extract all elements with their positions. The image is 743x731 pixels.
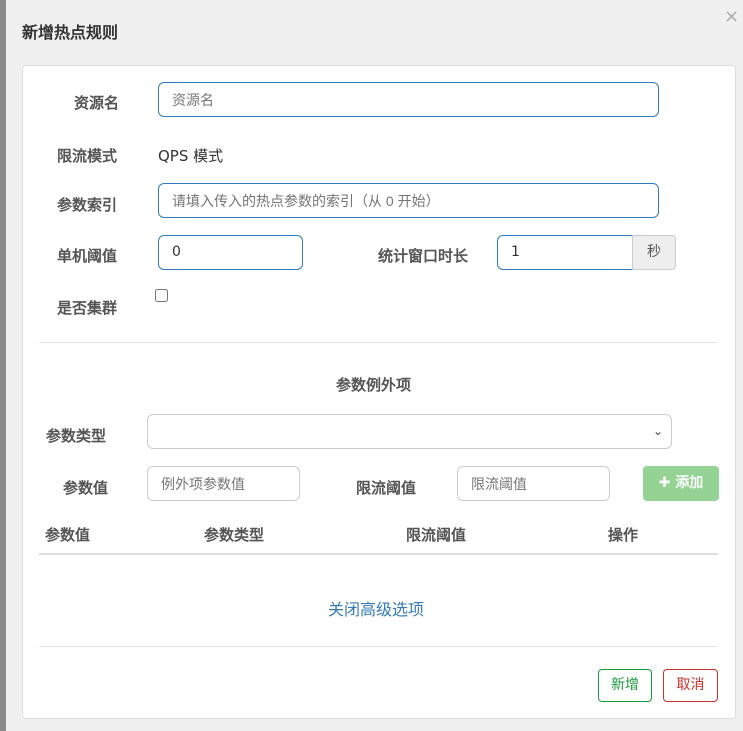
window-unit: 秒 — [632, 235, 676, 270]
column-header-action: 操作 — [608, 524, 638, 545]
resource-label: 资源名 — [74, 92, 119, 113]
cancel-button[interactable]: 取消 — [663, 669, 718, 702]
param-value-label: 参数值 — [63, 477, 108, 498]
threshold-input[interactable]: 0 — [158, 235, 303, 270]
param-type-label: 参数类型 — [46, 425, 106, 446]
cluster-label: 是否集群 — [57, 297, 117, 318]
mode-label: 限流模式 — [57, 145, 117, 166]
add-exception-button[interactable]: ✚ 添加 — [643, 466, 719, 501]
column-header-value: 参数值 — [45, 524, 90, 545]
toggle-advanced-link[interactable]: 关闭高级选项 — [328, 596, 424, 620]
param-value-input[interactable] — [147, 466, 300, 501]
column-header-type: 参数类型 — [204, 524, 264, 545]
param-type-select[interactable]: ⌄ — [147, 414, 672, 449]
threshold-label: 单机阈值 — [57, 245, 117, 266]
window-input[interactable]: 1 — [497, 235, 633, 270]
divider — [39, 342, 718, 343]
column-header-limit: 限流阈值 — [406, 524, 466, 545]
limit-label: 限流阈值 — [356, 477, 416, 498]
window-label: 统计窗口时长 — [378, 245, 468, 266]
resource-input[interactable] — [158, 82, 659, 117]
footer-divider — [39, 646, 718, 647]
table-header-border — [39, 553, 718, 555]
param-index-input[interactable] — [158, 183, 659, 218]
add-button-label: 添加 — [675, 475, 703, 491]
close-icon[interactable]: × — [724, 6, 739, 27]
save-button[interactable]: 新增 — [598, 669, 652, 702]
cluster-checkbox[interactable] — [155, 289, 168, 302]
exceptions-heading: 参数例外项 — [336, 374, 411, 395]
chevron-down-icon: ⌄ — [653, 415, 663, 448]
dialog-title: 新增热点规则 — [22, 19, 118, 43]
mode-value: QPS 模式 — [158, 145, 223, 166]
limit-input[interactable] — [457, 466, 610, 501]
param-index-label: 参数索引 — [57, 194, 117, 215]
plus-icon: ✚ — [659, 475, 671, 491]
